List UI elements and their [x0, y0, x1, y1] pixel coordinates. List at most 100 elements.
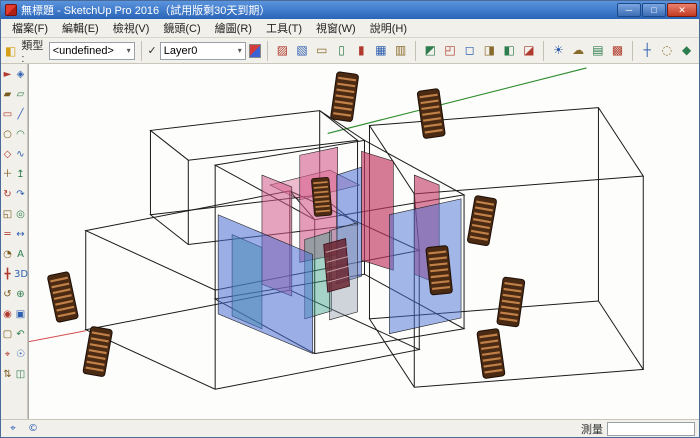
toolbar: ◧ 類型 : <undefined> ▾ ✓ Layer0 ▾ ▨ ▧ ▭ ▯ … [1, 38, 699, 64]
minimize-button[interactable]: ─ [617, 3, 641, 17]
paint-bucket-tool[interactable]: ▰ [1, 85, 14, 105]
pan-tool[interactable]: ⊕ [14, 285, 27, 305]
menu-file[interactable]: 檔案(F) [5, 18, 55, 38]
arc-tool[interactable]: ◠ [14, 125, 27, 145]
rotate-tool[interactable]: ↻ [1, 185, 14, 205]
louver-component[interactable] [311, 177, 332, 216]
interior-object[interactable] [324, 239, 350, 293]
drawing-canvas[interactable] [28, 64, 699, 419]
tool-palette: ► ◈ ▰ ▱ ▭ ╱ ○ ◠ ◇ ∿ ＋ ↥ ↻ ↷ ◱ ◎ ═ ↔ ◔ A … [1, 64, 28, 419]
classification-label: 類型 : [21, 37, 45, 65]
toolbar-separator [415, 41, 416, 61]
sketchup-logo-icon [5, 4, 17, 16]
zoom-extents-tool[interactable]: ▢ [1, 325, 14, 345]
section-plane-tool[interactable]: ◫ [14, 365, 27, 385]
walk-tool[interactable]: ⇅ [1, 365, 14, 385]
section-cuts-icon[interactable]: ▩ [609, 41, 626, 60]
iso-view-icon[interactable]: ◩ [422, 41, 439, 60]
wireframe-icon[interactable]: ▭ [313, 41, 330, 60]
eraser-tool[interactable]: ▱ [14, 85, 27, 105]
offset-tool[interactable]: ◎ [14, 205, 27, 225]
window-controls: ─ □ ✕ [617, 3, 697, 17]
position-camera-tool[interactable]: ⌖ [1, 345, 14, 365]
measurement-label: 測量 [581, 421, 603, 437]
menubar: 檔案(F) 編輯(E) 檢視(V) 鏡頭(C) 繪圖(R) 工具(T) 視窗(W… [1, 19, 699, 38]
hidden-line-icon[interactable]: ▯ [333, 41, 350, 60]
menu-camera[interactable]: 鏡頭(C) [156, 18, 207, 38]
back-edges-icon[interactable]: ▧ [294, 41, 311, 60]
toolbar-separator [632, 41, 633, 61]
titlebar: 無標題 - SketchUp Pro 2016（試用版剩30天到期） ─ □ ✕ [1, 1, 699, 19]
make-component-tool[interactable]: ◈ [14, 65, 27, 85]
xray-icon[interactable]: ▨ [274, 41, 291, 60]
toolbar-separator [543, 41, 544, 61]
menu-tools[interactable]: 工具(T) [259, 18, 309, 38]
circle-tool[interactable]: ○ [1, 125, 14, 145]
toolbar-separator [141, 41, 142, 61]
move-tool[interactable]: ＋ [1, 165, 14, 185]
chevron-down-icon: ▾ [238, 46, 242, 55]
monochrome-icon[interactable]: ▥ [392, 41, 409, 60]
classification-value: <undefined> [53, 45, 114, 57]
shadows-icon[interactable]: ☀ [550, 41, 567, 60]
shaded-icon[interactable]: ▮ [353, 41, 370, 60]
line-tool[interactable]: ╱ [14, 105, 27, 125]
louver-component[interactable] [426, 245, 453, 295]
maximize-button[interactable]: □ [642, 3, 666, 17]
3d-text-tool[interactable]: 3D [14, 265, 27, 285]
dimension-tool[interactable]: ↔ [14, 225, 27, 245]
polygon-tool[interactable]: ◇ [1, 145, 14, 165]
layer-dropdown[interactable]: Layer0 ▾ [160, 42, 246, 60]
top-view-icon[interactable]: ◰ [442, 41, 459, 60]
push-pull-tool[interactable]: ↥ [14, 165, 27, 185]
previous-view-tool[interactable]: ↶ [14, 325, 27, 345]
zoom-window-tool[interactable]: ▣ [14, 305, 27, 325]
layer-value: Layer0 [164, 45, 198, 57]
layer-color-chip[interactable] [249, 44, 261, 58]
main-area: ► ◈ ▰ ▱ ▭ ╱ ○ ◠ ◇ ∿ ＋ ↥ ↻ ↷ ◱ ◎ ═ ↔ ◔ A … [1, 64, 699, 419]
louver-component[interactable] [83, 326, 113, 377]
chevron-down-icon: ▾ [127, 46, 131, 55]
right-view-icon[interactable]: ◨ [481, 41, 498, 60]
in-model-components-icon[interactable]: ◆ [678, 41, 695, 60]
menu-draw[interactable]: 繪圖(R) [208, 18, 259, 38]
menu-help[interactable]: 說明(H) [363, 18, 414, 38]
front-view-icon[interactable]: ◻ [461, 41, 478, 60]
select-tool[interactable]: ► [1, 65, 14, 85]
louver-component[interactable] [497, 277, 525, 327]
zoom-tool[interactable]: ◉ [1, 305, 14, 325]
classification-dropdown[interactable]: <undefined> ▾ [49, 42, 135, 60]
louver-component[interactable] [467, 195, 497, 246]
louver-component[interactable] [417, 88, 445, 138]
menu-window[interactable]: 視窗(W) [309, 18, 363, 38]
statusbar: ⌖ © 測量 [1, 419, 699, 437]
follow-me-tool[interactable]: ↷ [14, 185, 27, 205]
sketchup-window: 無標題 - SketchUp Pro 2016（試用版剩30天到期） ─ □ ✕… [0, 0, 700, 438]
axes-display-icon[interactable]: ┼ [639, 41, 656, 60]
left-view-icon[interactable]: ◪ [521, 41, 538, 60]
geo-location-icon[interactable]: ⌖ [5, 422, 21, 436]
look-around-tool[interactable]: ☉ [14, 345, 27, 365]
axes-tool[interactable]: ╋ [1, 265, 14, 285]
fog-icon[interactable]: ☁ [570, 41, 587, 60]
scale-tool[interactable]: ◱ [1, 205, 14, 225]
menu-view[interactable]: 檢視(V) [106, 18, 157, 38]
section-plane-display-icon[interactable]: ▤ [590, 41, 607, 60]
shaded-textures-icon[interactable]: ▦ [373, 41, 390, 60]
freehand-tool[interactable]: ∿ [14, 145, 27, 165]
back-view-icon[interactable]: ◧ [501, 41, 518, 60]
protractor-tool[interactable]: ◔ [1, 245, 14, 265]
menu-edit[interactable]: 編輯(E) [55, 18, 106, 38]
louver-component[interactable] [330, 72, 358, 122]
orbit-tool[interactable]: ↺ [1, 285, 14, 305]
louver-component[interactable] [477, 328, 505, 378]
rectangle-tool[interactable]: ▭ [1, 105, 14, 125]
3d-viewport [29, 64, 699, 419]
close-button[interactable]: ✕ [667, 3, 697, 17]
louver-component[interactable] [47, 271, 78, 322]
measurement-input[interactable] [607, 422, 695, 436]
tape-measure-tool[interactable]: ═ [1, 225, 14, 245]
text-tool[interactable]: A [14, 245, 27, 265]
hide-rest-of-model-icon[interactable]: ◌ [659, 41, 676, 60]
credits-icon[interactable]: © [25, 422, 41, 436]
